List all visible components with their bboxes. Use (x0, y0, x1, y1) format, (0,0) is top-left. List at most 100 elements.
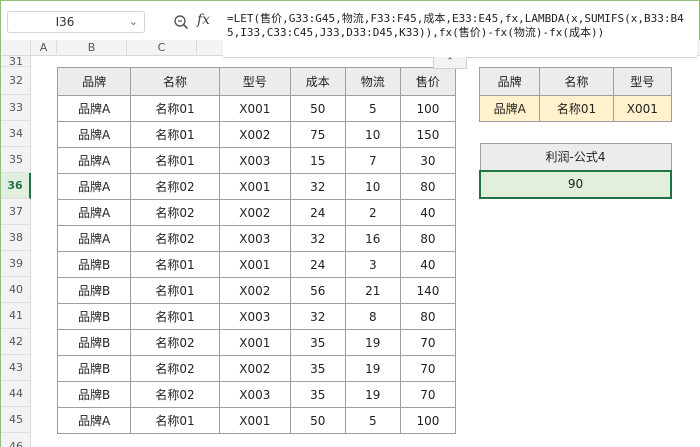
result-header-cell[interactable]: 利润-公式4 (479, 143, 672, 171)
cell-cost[interactable]: 35 (289, 329, 346, 356)
lookup-name-cell[interactable]: 名称01 (539, 95, 614, 122)
worksheet-grid[interactable]: 品牌 名称 型号 成本 物流 售价 品牌A 名称01 X001 50 5 100 品牌A 名称… (31, 56, 700, 447)
cell-brand[interactable]: 品牌A (56, 225, 132, 252)
cell-name[interactable]: 名称02 (130, 225, 220, 252)
cell-logistics[interactable]: 10 (344, 121, 401, 148)
cell-brand[interactable]: 品牌B (56, 277, 132, 304)
row-header-44[interactable]: 44 (1, 381, 31, 407)
cell-cost[interactable]: 24 (289, 251, 346, 278)
cell-logistics[interactable]: 21 (344, 277, 401, 304)
header-cell-model[interactable]: 型号 (218, 67, 291, 96)
cell-brand[interactable]: 品牌B (56, 355, 132, 382)
row-header-32[interactable]: 32 (1, 67, 31, 95)
column-header-a[interactable]: A (31, 40, 57, 56)
collapse-formula-bar-button[interactable]: ⌃ (433, 57, 467, 69)
cell-cost[interactable]: 50 (289, 407, 346, 434)
cell-cost[interactable]: 15 (289, 147, 346, 174)
cell-brand[interactable]: 品牌A (56, 121, 132, 148)
cell-cost[interactable]: 24 (289, 199, 346, 226)
cell-logistics[interactable]: 19 (344, 381, 401, 408)
row-header-33[interactable]: 33 (1, 95, 31, 121)
cell-name[interactable]: 名称01 (130, 277, 220, 304)
cell-price[interactable]: 100 (399, 407, 457, 434)
row-header-37[interactable]: 37 (1, 199, 31, 225)
cell-model[interactable]: X001 (218, 95, 291, 122)
cell-name[interactable]: 名称02 (130, 173, 220, 200)
row-header-35[interactable]: 35 (1, 147, 31, 173)
cell-price[interactable]: 30 (399, 147, 457, 174)
cell-price[interactable]: 80 (399, 225, 457, 252)
row-header-34[interactable]: 34 (1, 121, 31, 147)
cell-model[interactable]: X003 (218, 381, 291, 408)
cell-model[interactable]: X002 (218, 277, 291, 304)
row-header-40[interactable]: 40 (1, 277, 31, 303)
cell-brand[interactable]: 品牌A (56, 407, 132, 434)
cell-brand[interactable]: 品牌B (56, 381, 132, 408)
cell-model[interactable]: X003 (218, 147, 291, 174)
cell-name[interactable]: 名称02 (130, 329, 220, 356)
zoom-icon[interactable] (173, 14, 189, 30)
header-cell-name[interactable]: 名称 (130, 67, 220, 96)
cell-model[interactable]: X001 (218, 407, 291, 434)
cell-logistics[interactable]: 2 (344, 199, 401, 226)
cell-logistics[interactable]: 5 (344, 407, 401, 434)
cell-model[interactable]: X002 (218, 121, 291, 148)
cell-price[interactable]: 80 (399, 303, 457, 330)
row-header-41[interactable]: 41 (1, 303, 31, 329)
header-cell-cost[interactable]: 成本 (289, 67, 346, 96)
cell-brand[interactable]: 品牌B (56, 303, 132, 330)
cell-logistics[interactable]: 19 (344, 329, 401, 356)
cell-name[interactable]: 名称02 (130, 355, 220, 382)
row-header-39[interactable]: 39 (1, 251, 31, 277)
cell-brand[interactable]: 品牌A (56, 95, 132, 122)
fx-icon[interactable]: fx (197, 12, 210, 28)
cell-price[interactable]: 40 (399, 251, 457, 278)
row-header-36[interactable]: 36 (1, 173, 31, 199)
cell-brand[interactable]: 品牌B (56, 329, 132, 356)
cell-cost[interactable]: 32 (289, 173, 346, 200)
cell-model[interactable]: X001 (218, 173, 291, 200)
row-header-45[interactable]: 45 (1, 407, 31, 433)
cell-model[interactable]: X001 (218, 251, 291, 278)
cell-logistics[interactable]: 10 (344, 173, 401, 200)
cell-name[interactable]: 名称01 (130, 303, 220, 330)
cell-price[interactable]: 140 (399, 277, 457, 304)
row-header-31[interactable]: 31 (1, 56, 31, 67)
cell-logistics[interactable]: 8 (344, 303, 401, 330)
lookup-brand-cell[interactable]: 品牌A (478, 95, 541, 122)
cell-logistics[interactable]: 19 (344, 355, 401, 382)
row-header-38[interactable]: 38 (1, 225, 31, 251)
formula-input[interactable]: =LET(售价,G33:G45,物流,F33:F45,成本,E33:E45,fx… (223, 10, 697, 58)
lookup-model-cell[interactable]: X001 (612, 95, 673, 122)
cell-cost[interactable]: 75 (289, 121, 346, 148)
column-header-c[interactable]: C (127, 40, 197, 56)
cell-price[interactable]: 70 (399, 381, 457, 408)
cell-cost[interactable]: 35 (289, 381, 346, 408)
cell-name[interactable]: 名称01 (130, 251, 220, 278)
cell-model[interactable]: X002 (218, 355, 291, 382)
cell-price[interactable]: 80 (399, 173, 457, 200)
row-header-43[interactable]: 43 (1, 355, 31, 381)
cell-brand[interactable]: 品牌A (56, 173, 132, 200)
select-all-corner[interactable] (1, 40, 31, 56)
name-box[interactable]: I36 ⌄ (7, 11, 145, 33)
cell-model[interactable]: X003 (218, 303, 291, 330)
row-header-42[interactable]: 42 (1, 329, 31, 355)
header-cell-brand[interactable]: 品牌 (56, 67, 132, 96)
cell-price[interactable]: 150 (399, 121, 457, 148)
cell-cost[interactable]: 32 (289, 303, 346, 330)
cell-name[interactable]: 名称01 (130, 147, 220, 174)
cell-price[interactable]: 100 (399, 95, 457, 122)
cell-model[interactable]: X002 (218, 199, 291, 226)
cell-model[interactable]: X001 (218, 329, 291, 356)
lookup-header-name[interactable]: 名称 (539, 67, 614, 96)
cell-logistics[interactable]: 5 (344, 95, 401, 122)
cell-name[interactable]: 名称01 (130, 407, 220, 434)
lookup-header-model[interactable]: 型号 (612, 67, 673, 96)
cell-price[interactable]: 40 (399, 199, 457, 226)
cell-logistics[interactable]: 7 (344, 147, 401, 174)
cell-brand[interactable]: 品牌B (56, 251, 132, 278)
cell-brand[interactable]: 品牌A (56, 199, 132, 226)
cell-cost[interactable]: 32 (289, 225, 346, 252)
cell-logistics[interactable]: 16 (344, 225, 401, 252)
